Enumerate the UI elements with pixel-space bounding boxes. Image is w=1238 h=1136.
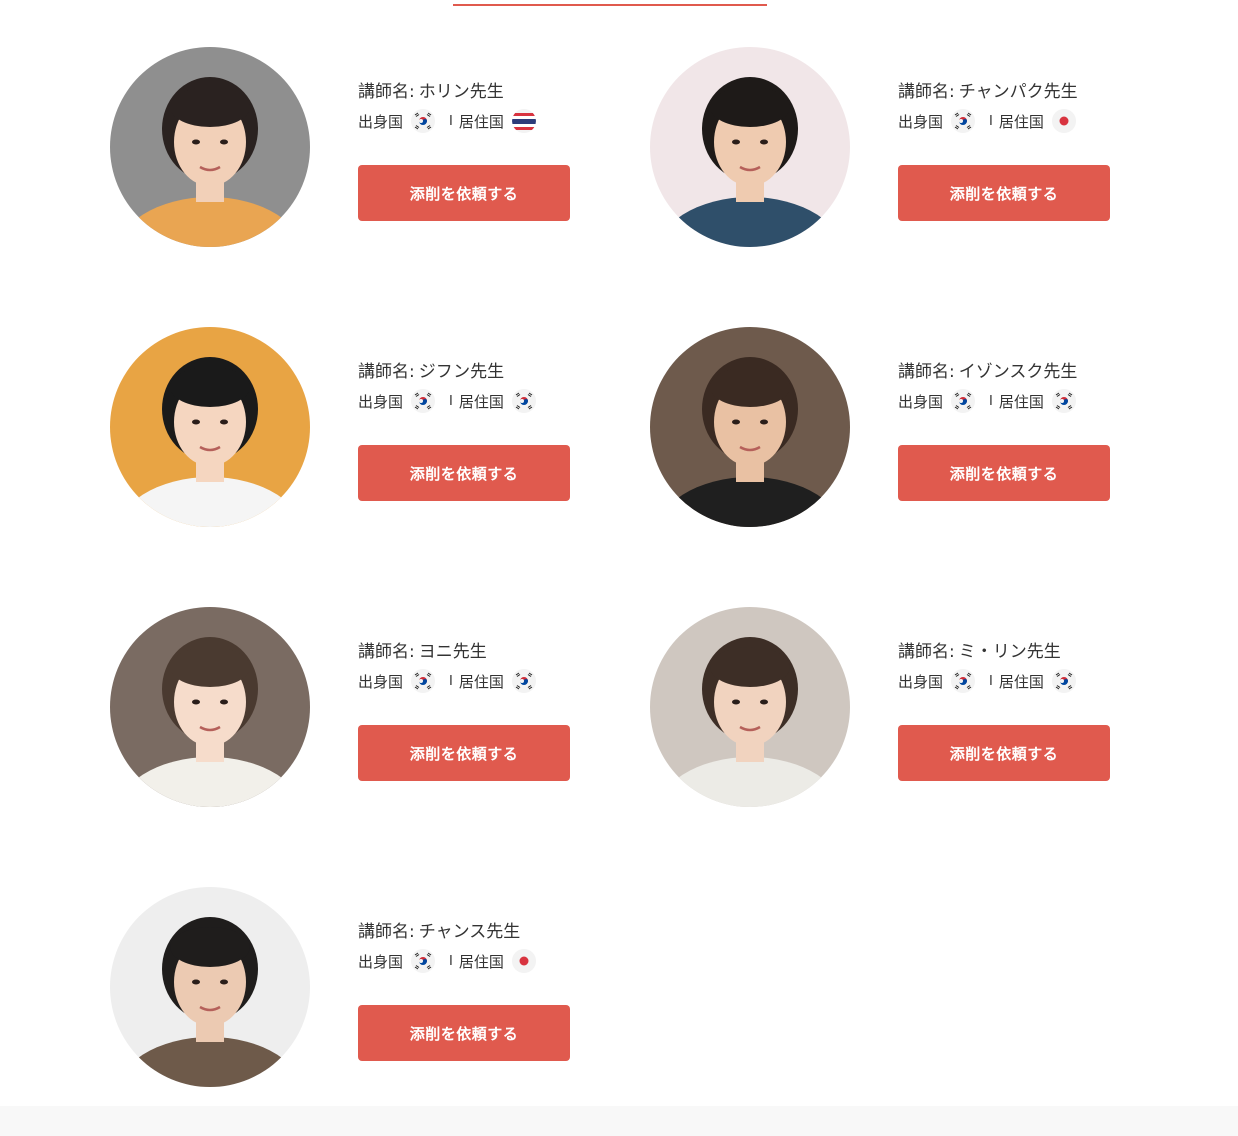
separator: I [989, 113, 993, 129]
teacher-name-value: チャンス先生 [418, 922, 521, 942]
teacher-name-value: イゾンスク先生 [958, 362, 1078, 382]
korea-flag-icon [1051, 669, 1076, 693]
teacher-name: 講師名: ホリン先生 [358, 77, 504, 102]
korea-flag-icon [1051, 389, 1076, 413]
korea-flag-icon [511, 389, 536, 413]
teacher-avatar [110, 607, 310, 807]
separator: I [989, 393, 993, 409]
korea-flag-icon [411, 389, 436, 413]
korea-flag-icon [511, 669, 536, 693]
teacher-country-row: 出身国 I 居住国 [358, 109, 544, 133]
teacher-name: 講師名: ヨニ先生 [358, 637, 487, 662]
teacher-card: 講師名: イゾンスク先生 出身国 I 居住国 添削を依頼する [650, 327, 1170, 527]
separator: I [449, 393, 453, 409]
origin-label: 出身国 [898, 392, 944, 411]
teacher-avatar [650, 47, 850, 247]
teacher-country-row: 出身国 I 居住国 [898, 109, 1084, 133]
teacher-name-prefix: 講師名: [358, 642, 415, 662]
thailand-flag-icon [511, 109, 536, 133]
separator: I [449, 673, 453, 689]
teacher-name-value: ジフン先生 [418, 362, 505, 382]
request-correction-button[interactable]: 添削を依頼する [358, 445, 570, 501]
request-correction-button[interactable]: 添削を依頼する [898, 725, 1110, 781]
korea-flag-icon [411, 669, 436, 693]
teacher-name-prefix: 講師名: [898, 362, 955, 382]
origin-label: 出身国 [358, 392, 404, 411]
teacher-name: 講師名: イゾンスク先生 [898, 357, 1077, 382]
teacher-avatar [650, 607, 850, 807]
teacher-avatar [110, 887, 310, 1087]
residence-label: 居住国 [458, 112, 504, 131]
section-accent-line [453, 4, 767, 6]
origin-label: 出身国 [358, 672, 404, 691]
request-correction-button[interactable]: 添削を依頼する [358, 725, 570, 781]
teacher-name-prefix: 講師名: [898, 642, 955, 662]
request-correction-button[interactable]: 添削を依頼する [358, 1005, 570, 1061]
teacher-name-value: ヨニ先生 [418, 642, 487, 662]
teacher-country-row: 出身国 I 居住国 [898, 669, 1084, 693]
origin-label: 出身国 [358, 112, 404, 131]
teacher-name-prefix: 講師名: [358, 922, 415, 942]
teacher-name-prefix: 講師名: [358, 82, 415, 102]
korea-flag-icon [411, 949, 436, 973]
teacher-name: 講師名: チャンパク先生 [898, 77, 1078, 102]
origin-label: 出身国 [358, 952, 404, 971]
request-correction-button[interactable]: 添削を依頼する [898, 445, 1110, 501]
teacher-country-row: 出身国 I 居住国 [898, 389, 1084, 413]
japan-flag-icon [511, 949, 536, 973]
residence-label: 居住国 [458, 392, 504, 411]
separator: I [989, 673, 993, 689]
teacher-card: 講師名: チャンス先生 出身国 I 居住国 添削を依頼する [110, 887, 630, 1087]
teacher-name: 講師名: ミ・リン先生 [898, 637, 1061, 662]
residence-label: 居住国 [998, 672, 1044, 691]
korea-flag-icon [951, 669, 976, 693]
teacher-name-value: ホリン先生 [418, 82, 504, 102]
residence-label: 居住国 [458, 952, 504, 971]
teacher-name-prefix: 講師名: [358, 362, 415, 382]
teacher-card: 講師名: ミ・リン先生 出身国 I 居住国 添削を依頼する [650, 607, 1170, 807]
teacher-card: 講師名: チャンパク先生 出身国 I 居住国 添削を依頼する [650, 47, 1170, 247]
korea-flag-icon [951, 389, 976, 413]
teacher-avatar [650, 327, 850, 527]
footer-band [0, 1106, 1238, 1136]
teacher-country-row: 出身国 I 居住国 [358, 669, 544, 693]
teacher-name-value: チャンパク先生 [958, 82, 1078, 102]
residence-label: 居住国 [998, 112, 1044, 131]
teacher-card: 講師名: ヨニ先生 出身国 I 居住国 添削を依頼する [110, 607, 630, 807]
teacher-name-value: ミ・リン先生 [958, 642, 1061, 662]
teacher-name-prefix: 講師名: [898, 82, 955, 102]
request-correction-button[interactable]: 添削を依頼する [898, 165, 1110, 221]
teacher-country-row: 出身国 I 居住国 [358, 949, 544, 973]
teacher-avatar [110, 327, 310, 527]
teacher-avatar [110, 47, 310, 247]
residence-label: 居住国 [998, 392, 1044, 411]
origin-label: 出身国 [898, 112, 944, 131]
korea-flag-icon [951, 109, 976, 133]
teacher-name: 講師名: ジフン先生 [358, 357, 504, 382]
teacher-card: 講師名: ジフン先生 出身国 I 居住国 添削を依頼する [110, 327, 630, 527]
teacher-country-row: 出身国 I 居住国 [358, 389, 544, 413]
residence-label: 居住国 [458, 672, 504, 691]
teacher-name: 講師名: チャンス先生 [358, 917, 520, 942]
teacher-card: 講師名: ホリン先生 出身国 I 居住国 添削を依頼する [110, 47, 630, 247]
request-correction-button[interactable]: 添削を依頼する [358, 165, 570, 221]
japan-flag-icon [1051, 109, 1076, 133]
origin-label: 出身国 [898, 672, 944, 691]
separator: I [449, 953, 453, 969]
korea-flag-icon [411, 109, 436, 133]
separator: I [449, 113, 453, 129]
